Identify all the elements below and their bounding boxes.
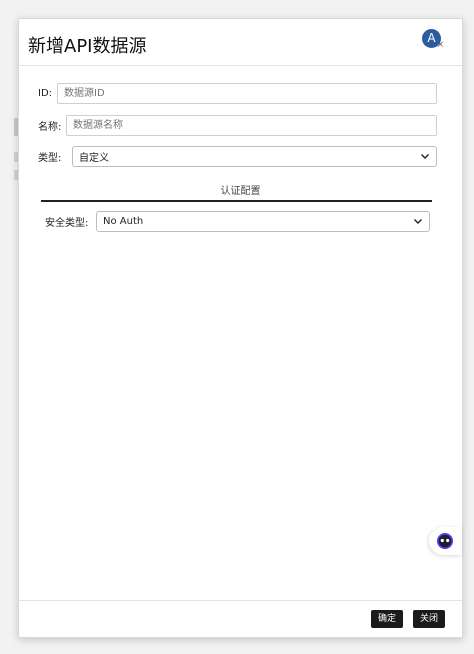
section-divider (41, 200, 432, 202)
chevron-down-icon (414, 219, 422, 224)
assistant-bot-icon (437, 533, 453, 549)
new-api-datasource-dialog: 新增API数据源 A × ID: 名称: 类型: 自定义 认证配置 安全类型: … (18, 18, 463, 638)
id-input[interactable] (57, 82, 437, 104)
type-label: 类型: (38, 152, 62, 164)
security-select[interactable]: No Auth (96, 210, 430, 232)
id-label: ID: (38, 87, 53, 99)
name-input[interactable] (66, 114, 437, 136)
name-label: 名称: (38, 121, 62, 133)
security-row: 安全类型: No Auth (45, 210, 431, 232)
assistant-button[interactable] (429, 527, 462, 555)
dialog-title: 新增API数据源 (28, 36, 147, 57)
auth-section-title: 认证配置 (220, 186, 261, 197)
name-row: 名称: (38, 114, 438, 136)
security-label: 安全类型: (45, 217, 89, 229)
close-button[interactable]: 关闭 (413, 610, 446, 628)
confirm-button[interactable]: 确定 (371, 610, 404, 628)
security-select-value: No Auth (103, 215, 144, 227)
chevron-down-icon (421, 154, 429, 159)
type-select[interactable]: 自定义 (72, 145, 437, 167)
dialog-footer: 确定 关闭 (19, 600, 462, 637)
id-row: ID: (38, 82, 438, 104)
close-icon[interactable]: × (436, 41, 444, 50)
dialog-header: 新增API数据源 A × (19, 19, 462, 66)
type-row: 类型: 自定义 (38, 145, 438, 167)
type-select-value: 自定义 (79, 152, 109, 164)
